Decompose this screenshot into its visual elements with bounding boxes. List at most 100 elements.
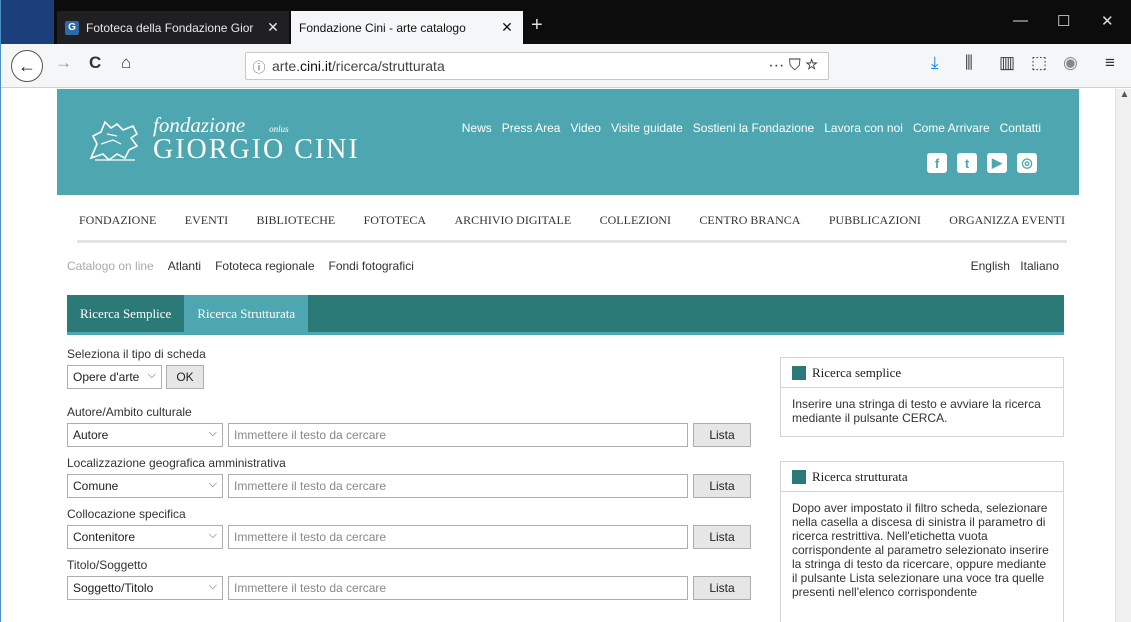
tabs-underline bbox=[67, 332, 1064, 335]
nav-centro-branca[interactable]: CENTRO BRANCA bbox=[699, 213, 800, 240]
autore-select-value: Autore bbox=[73, 428, 109, 442]
nav-fondazione[interactable]: FONDAZIONE bbox=[79, 213, 156, 240]
comune-select[interactable]: Comune ⌵ bbox=[67, 474, 223, 498]
contenitore-select[interactable]: Contenitore ⌵ bbox=[67, 525, 223, 549]
box-title: Ricerca strutturata bbox=[812, 468, 908, 484]
tab-fototeca[interactable]: G Fototeca della Fondazione Gior ✕ bbox=[57, 11, 289, 44]
scrollbar[interactable]: ▲ bbox=[1115, 89, 1131, 622]
menu-icon[interactable]: ≡ bbox=[1105, 53, 1115, 73]
lang-italiano[interactable]: Italiano bbox=[1020, 259, 1059, 273]
tab-close-icon[interactable]: ✕ bbox=[265, 19, 281, 36]
lista-button[interactable]: Lista bbox=[693, 474, 751, 498]
new-tab-icon[interactable]: + bbox=[531, 14, 543, 37]
library-icon[interactable]: ⫼ bbox=[965, 53, 973, 73]
scroll-up-icon[interactable]: ▲ bbox=[1116, 89, 1131, 100]
reload-icon[interactable]: C bbox=[89, 53, 101, 73]
autore-select[interactable]: Autore ⌵ bbox=[67, 423, 223, 447]
nav-organizza-eventi[interactable]: ORGANIZZA EVENTI bbox=[949, 213, 1065, 240]
top-link-contatti[interactable]: Contatti bbox=[1000, 121, 1041, 135]
tab-title: Fondazione Cini - arte catalogo bbox=[299, 20, 466, 35]
soggetto-select-value: Soggetto/Titolo bbox=[73, 581, 154, 595]
search-form: Seleziona il tipo di scheda Opere d'arte… bbox=[67, 347, 757, 600]
nav-bar: ← → C ⌂ ⓘ arte.cini.it/ricerca/struttura… bbox=[1, 44, 1131, 88]
screenshot-icon[interactable]: ⬚ bbox=[1031, 53, 1047, 73]
field-label: Localizzazione geografica amministrativa bbox=[67, 456, 286, 470]
tab-ricerca-strutturata[interactable]: Ricerca Strutturata bbox=[184, 295, 309, 332]
field-label: Titolo/Soggetto bbox=[67, 558, 148, 572]
tab-title: Fototeca della Fondazione Gior bbox=[86, 20, 254, 35]
info-box-semplice: Ricerca semplice Inserire una stringa di… bbox=[780, 357, 1064, 437]
contenitore-select-value: Contenitore bbox=[73, 530, 136, 544]
sidebar-icon[interactable]: ▥ bbox=[999, 53, 1015, 73]
browser-window: G Fototeca della Fondazione Gior ✕ Fonda… bbox=[0, 0, 1131, 622]
logo-name: GIORGIO CINI bbox=[153, 133, 360, 165]
lang-english[interactable]: English bbox=[971, 259, 1010, 273]
subnav-atlanti[interactable]: Atlanti bbox=[168, 259, 201, 273]
site-header: fondazione onlus GIORGIO CINI News Press … bbox=[57, 89, 1079, 195]
facebook-icon[interactable]: f bbox=[927, 153, 947, 173]
url-prefix: arte. bbox=[272, 58, 301, 74]
top-link-press[interactable]: Press Area bbox=[502, 121, 561, 135]
url-text[interactable]: arte.cini.it/ricerca/strutturata bbox=[272, 58, 768, 74]
download-icon[interactable]: ⤓ bbox=[931, 53, 939, 73]
instagram-icon[interactable]: ◎ bbox=[1017, 153, 1037, 173]
minimize-icon[interactable]: — bbox=[1013, 12, 1028, 29]
page-actions-icon[interactable]: ··· ⛉ ☆ bbox=[768, 57, 818, 75]
logo-onlus: onlus bbox=[269, 123, 289, 134]
logo-wordmark: fondazione onlus GIORGIO CINI bbox=[153, 114, 360, 165]
tab-close-icon[interactable]: ✕ bbox=[499, 19, 515, 36]
autore-input[interactable]: Immettere il testo da cercare bbox=[228, 423, 688, 447]
contenitore-input[interactable]: Immettere il testo da cercare bbox=[228, 525, 688, 549]
nav-eventi[interactable]: EVENTI bbox=[185, 213, 228, 240]
box-title: Ricerca semplice bbox=[812, 364, 902, 380]
subnav-catalogo[interactable]: Catalogo on line bbox=[67, 259, 154, 273]
top-link-sostieni[interactable]: Sostieni la Fondazione bbox=[693, 121, 814, 135]
nav-archivio-digitale[interactable]: ARCHIVIO DIGITALE bbox=[455, 213, 572, 240]
language-switch: English Italiano bbox=[964, 259, 1059, 273]
tipo-scheda-select[interactable]: Opere d'arte ⌵ bbox=[67, 365, 162, 389]
tipo-scheda-value: Opere d'arte bbox=[73, 370, 140, 384]
nav-biblioteche[interactable]: BIBLIOTECHE bbox=[257, 213, 336, 240]
horse-logo-icon bbox=[89, 120, 139, 162]
top-link-arrivare[interactable]: Come Arrivare bbox=[913, 121, 990, 135]
site-logo[interactable]: fondazione onlus GIORGIO CINI bbox=[87, 114, 360, 164]
info-box-strutturata: Ricerca strutturata Dopo aver impostato … bbox=[780, 461, 1064, 622]
twitter-icon[interactable]: t bbox=[957, 153, 977, 173]
tab-ricerca-semplice[interactable]: Ricerca Semplice bbox=[67, 295, 184, 332]
forward-icon[interactable]: → bbox=[55, 53, 72, 73]
soggetto-select[interactable]: Soggetto/Titolo ⌵ bbox=[67, 576, 223, 600]
soggetto-input[interactable]: Immettere il testo da cercare bbox=[228, 576, 688, 600]
square-bullet-icon bbox=[792, 469, 806, 484]
youtube-icon[interactable]: ▶ bbox=[987, 153, 1007, 173]
subnav-fondi-fotografici[interactable]: Fondi fotografici bbox=[329, 259, 414, 273]
ok-button[interactable]: OK bbox=[166, 365, 204, 389]
chevron-down-icon: ⌵ bbox=[208, 427, 217, 439]
comune-input[interactable]: Immettere il testo da cercare bbox=[228, 474, 688, 498]
url-bar[interactable]: ⓘ arte.cini.it/ricerca/strutturata ··· ⛉… bbox=[245, 52, 829, 80]
top-link-video[interactable]: Video bbox=[570, 121, 600, 135]
nav-collezioni[interactable]: COLLEZIONI bbox=[600, 213, 671, 240]
top-link-visite[interactable]: Visite guidate bbox=[611, 121, 683, 135]
window-close-icon[interactable]: ✕ bbox=[1101, 12, 1114, 30]
tab-arte-catalogo[interactable]: Fondazione Cini - arte catalogo ✕ bbox=[291, 11, 523, 44]
nav-fototeca[interactable]: FOTOTECA bbox=[364, 213, 426, 240]
tipo-scheda-label: Seleziona il tipo di scheda bbox=[67, 347, 206, 361]
nav-pubblicazioni[interactable]: PUBBLICAZIONI bbox=[829, 213, 921, 240]
top-link-lavora[interactable]: Lavora con noi bbox=[824, 121, 903, 135]
lista-button[interactable]: Lista bbox=[693, 576, 751, 600]
fototeca-favicon-icon: G bbox=[65, 20, 79, 35]
top-nav: News Press Area Video Visite guidate Sos… bbox=[462, 121, 1041, 135]
home-icon[interactable]: ⌂ bbox=[121, 53, 131, 73]
lista-button[interactable]: Lista bbox=[693, 525, 751, 549]
top-link-news[interactable]: News bbox=[462, 121, 492, 135]
site-info-icon[interactable]: ⓘ bbox=[246, 57, 272, 76]
field-label: Collocazione specifica bbox=[67, 507, 186, 521]
back-icon[interactable]: ← bbox=[11, 50, 43, 82]
subnav-fototeca-regionale[interactable]: Fototeca regionale bbox=[215, 259, 314, 273]
url-path: /ricerca/strutturata bbox=[331, 58, 445, 74]
extension-icon[interactable]: ◉ bbox=[1063, 53, 1078, 73]
lista-button[interactable]: Lista bbox=[693, 423, 751, 447]
search-tabs: Ricerca Semplice Ricerca Strutturata bbox=[67, 295, 1064, 335]
social-links: f t ▶ ◎ bbox=[927, 153, 1037, 173]
maximize-icon[interactable]: ☐ bbox=[1057, 12, 1070, 30]
